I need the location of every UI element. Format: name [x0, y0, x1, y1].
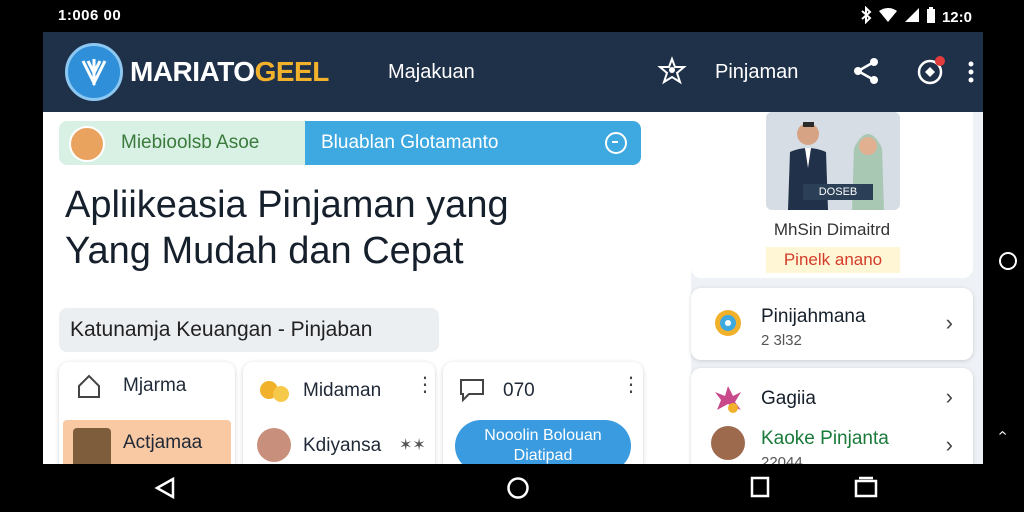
gear-icon — [711, 306, 745, 340]
list-item-sub: 22044 — [761, 454, 803, 464]
status-clock: 12:0 — [941, 8, 972, 26]
star-person-icon[interactable] — [657, 56, 687, 86]
more-vert-icon[interactable]: ⋮ — [621, 375, 641, 395]
speech-bubble-icon — [457, 376, 487, 409]
card-title: Midaman — [303, 380, 382, 401]
window-icon[interactable] — [854, 476, 878, 503]
app-bar: MARIATOGEEL Majakuan Pinjaman — [43, 32, 983, 112]
side-back-icon[interactable]: ‹ — [994, 430, 1012, 435]
chevron-right-icon[interactable]: › — [946, 432, 953, 458]
card-header: Mjarma — [59, 362, 235, 402]
battery-icon — [926, 6, 936, 28]
home-icon[interactable] — [506, 476, 530, 505]
recents-icon[interactable] — [750, 476, 770, 503]
headline-line-2: Yang Mudah dan Cepat — [65, 230, 464, 272]
card-item-label: Kdiyansa — [303, 435, 382, 456]
headline-line-1: Apliikeasia Pinjaman yang — [65, 184, 509, 226]
card-mjarma[interactable]: Mjarma Actjamaa — [59, 362, 235, 464]
home-circle-button[interactable] — [999, 252, 1017, 270]
photo-caption: DOSEB — [803, 184, 873, 200]
signal-icon — [904, 7, 920, 27]
app-window: MARIATOGEEL Majakuan Pinjaman Miebioolsb… — [43, 32, 983, 464]
list-card-1[interactable]: Pinijahmana 2 3l32 › — [691, 288, 973, 360]
banner-chip[interactable]: Miebioolsb Asoe Bluablan Glotamanto — [59, 121, 641, 165]
chevron-right-icon[interactable]: › — [946, 310, 953, 336]
page-title: Apliikeasia Pinjaman yang Yang Mudah dan… — [65, 182, 509, 274]
profile-name: MhSin Dimaitrd — [773, 220, 891, 239]
list-item-name: Pinijahmana — [761, 306, 866, 327]
wifi-icon — [878, 7, 898, 27]
list-item[interactable]: Kaoke Pinjanta 22044 › — [691, 418, 973, 464]
list-item[interactable]: Pinijahmana 2 3l32 › — [691, 296, 973, 352]
chevron-right-icon[interactable]: › — [946, 384, 953, 410]
card-title: Mjarma — [123, 375, 187, 396]
house-icon — [75, 372, 103, 405]
flower-icon — [711, 382, 745, 416]
more-vert-icon[interactable]: ⋮ — [415, 375, 435, 395]
status-bar: 1:006 00 12:0 — [0, 0, 1024, 32]
profile-card[interactable]: DOSEB MhSin Dimaitrd Pinelk anano — [691, 112, 973, 278]
avatar — [257, 428, 291, 462]
category-chip[interactable]: Katunamja Keuangan - Pinjaban — [59, 308, 439, 352]
brand-logo-text[interactable]: MARIATOGEEL — [130, 56, 329, 88]
list-item-name: Gagiia — [761, 388, 816, 409]
list-item-sub: 2 3l32 — [761, 332, 802, 349]
card-action-button[interactable]: Nooolin Bolouan Diatipad — [455, 420, 631, 464]
profile-photo: DOSEB — [766, 112, 900, 210]
category-chip-label: Katunamja Keuangan - Pinjaban — [70, 318, 373, 341]
banner-left-text: Miebioolsb Asoe — [121, 132, 260, 153]
side-panel: DOSEB MhSin Dimaitrd Pinelk anano Pinija… — [691, 112, 983, 464]
card-070[interactable]: 070 ⋮ Nooolin Bolouan Diatipad — [443, 362, 643, 464]
list-card-2[interactable]: Gagiia › Kaoke Pinjanta 22044 › — [691, 368, 973, 464]
main-content: Miebioolsb Asoe Bluablan Glotamanto Apli… — [43, 112, 691, 464]
notification-icon[interactable] — [915, 56, 945, 86]
back-icon[interactable] — [154, 476, 176, 505]
screen: 1:006 00 12:0 MARIATOGEEL Majakuan Pinja… — [0, 0, 1024, 512]
card-item-label: Actjamaa — [123, 432, 203, 453]
logo-icon[interactable] — [65, 43, 123, 101]
banner-blue-section[interactable]: Bluablan Glotamanto — [305, 121, 641, 165]
list-item-name: Kaoke Pinjanta — [761, 428, 889, 449]
profile-tag: Pinelk anano — [766, 247, 900, 273]
coins-icon — [257, 376, 291, 411]
card-item[interactable]: Actjamaa — [63, 420, 231, 464]
banner-right-text: Bluablan Glotamanto — [321, 132, 499, 153]
card-midaman[interactable]: Midaman ⋮ Kdiyansa ✶✶ — [243, 362, 435, 464]
brand-part-2: GEEL — [254, 56, 330, 87]
share-icon[interactable] — [851, 56, 881, 86]
nav-link-majakuan[interactable]: Majakuan — [388, 61, 475, 84]
status-time-left: 1:006 00 — [58, 7, 122, 24]
arrow-circle-icon[interactable] — [605, 132, 627, 154]
system-nav-bar — [0, 464, 1024, 512]
status-icons: 12:0 — [860, 5, 972, 28]
more-vert-icon[interactable] — [965, 56, 977, 86]
avatar — [69, 126, 105, 162]
nav-link-pinjaman[interactable]: Pinjaman — [715, 61, 798, 84]
card-title: 070 — [503, 380, 535, 401]
sparkle-icon: ✶✶ — [399, 437, 426, 454]
brand-part-1: MARIATO — [130, 56, 255, 87]
phone-icon — [73, 428, 111, 464]
bluetooth-icon — [860, 5, 872, 28]
avatar — [711, 426, 745, 460]
